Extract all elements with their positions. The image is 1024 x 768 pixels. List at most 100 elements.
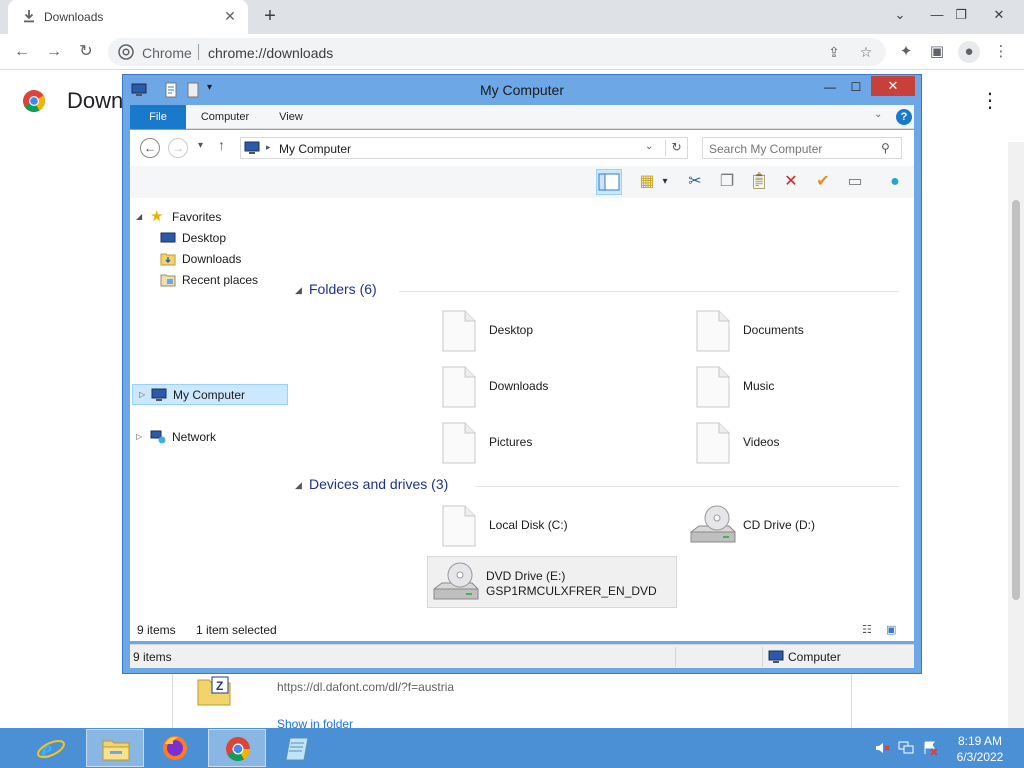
nav-recent-places[interactable]: Recent places	[160, 270, 280, 290]
tab-downloads[interactable]: Downloads ✕	[8, 0, 248, 34]
search-box[interactable]: ⚲	[702, 137, 902, 159]
folder-documents[interactable]: Documents	[685, 305, 935, 357]
page-scrollbar[interactable]	[1008, 142, 1024, 768]
collapse-icon[interactable]: ◢	[136, 207, 146, 227]
tab-title: Downloads	[44, 10, 104, 24]
taskbar-notepad[interactable]	[270, 729, 328, 767]
desktop-icon	[160, 232, 176, 243]
nav-downloads[interactable]: Downloads	[160, 249, 280, 269]
star-icon: ★	[150, 208, 164, 225]
help-icon[interactable]: ?	[896, 109, 912, 125]
action-center-icon[interactable]	[922, 740, 938, 756]
nav-network[interactable]: ▷ Network	[136, 427, 280, 447]
breadcrumb-arrow-icon[interactable]: ▸	[266, 142, 271, 153]
internet-explorer-icon: e	[37, 735, 65, 762]
options-dropdown-icon[interactable]: ▾	[658, 169, 672, 195]
new-tab-button[interactable]: +	[258, 5, 282, 29]
checkmark-icon[interactable]: ✔	[810, 169, 836, 195]
close-icon[interactable]: ✕	[984, 2, 1014, 28]
search-input[interactable]	[709, 141, 875, 157]
clock-date[interactable]: 6/3/2022	[950, 750, 1010, 764]
folder-music[interactable]: Music	[685, 361, 935, 413]
group-devices-header[interactable]: ◢ Devices and drives (3)	[295, 476, 909, 496]
url-text[interactable]: chrome://downloads	[208, 45, 333, 61]
expand-icon[interactable]: ▷	[139, 385, 149, 405]
expand-icon[interactable]: ▷	[136, 427, 146, 447]
recent-locations-icon[interactable]: ▾	[198, 140, 203, 151]
omnibox[interactable]: Chrome chrome://downloads ⇪ ☆	[108, 38, 886, 66]
address-dropdown-icon[interactable]: ⌄	[645, 141, 653, 152]
volume-muted-icon[interactable]	[874, 740, 890, 756]
window-maximize-icon[interactable]: ☐	[843, 77, 869, 97]
taskbar-file-explorer[interactable]	[86, 729, 144, 767]
preview-pane-icon[interactable]	[596, 169, 622, 195]
side-panel-icon[interactable]: ▣	[926, 41, 948, 63]
folder-videos[interactable]: Videos	[685, 417, 935, 469]
details-view-icon[interactable]: ☷	[862, 623, 872, 636]
download-icon	[24, 10, 34, 23]
extensions-icon[interactable]: ✦	[895, 41, 917, 63]
back-icon[interactable]: ←	[140, 138, 160, 158]
reload-icon[interactable]: ↻	[74, 40, 98, 64]
taskbar-internet-explorer[interactable]: e	[22, 729, 80, 767]
share-icon[interactable]: ⇪	[825, 43, 843, 61]
nav-desktop[interactable]: Desktop	[160, 228, 280, 248]
network-globe-icon[interactable]: ●	[882, 169, 908, 195]
download-url[interactable]: https://dl.dafont.com/dl/?f=austria	[277, 680, 454, 694]
large-icons-view-icon[interactable]: ▣	[886, 623, 896, 636]
details-bar: 9 items 1 item selected ☷ ▣	[130, 618, 914, 641]
explorer-titlebar[interactable]: ▾ My Computer — ☐ ✕	[123, 75, 921, 105]
navigation-bar: ← → ▾ ↑ ▸ My Computer ⌄ ↻ ⚲	[130, 130, 914, 166]
rename-icon[interactable]: ▭	[842, 169, 868, 195]
item-count: 9 items	[137, 623, 176, 637]
ribbon: File Computer View ⌄ ?	[130, 105, 914, 129]
address-text[interactable]: My Computer	[279, 142, 351, 156]
taskbar-firefox[interactable]	[146, 729, 204, 767]
window-close-button[interactable]: ✕	[871, 76, 915, 96]
up-icon[interactable]: ↑	[218, 137, 225, 153]
drive-cd-d[interactable]: CD Drive (D:)	[685, 500, 935, 552]
command-bar: ▦ ▾ ✂ ❐ 📋︎ ✕ ✔ ▭ ●	[130, 166, 914, 198]
collapse-icon[interactable]: ◢	[295, 285, 302, 296]
chrome-logo-icon	[23, 90, 45, 112]
tab-close-icon[interactable]: ✕	[222, 8, 238, 24]
page-more-icon[interactable]: ⋮	[980, 88, 1000, 113]
address-bar[interactable]: ▸ My Computer ⌄ ↻	[240, 137, 688, 159]
group-divider	[399, 291, 899, 292]
refresh-icon[interactable]: ↻	[665, 140, 687, 156]
cut-icon[interactable]: ✂	[682, 169, 708, 195]
tab-search-icon[interactable]: ⌄	[885, 2, 915, 28]
back-icon[interactable]: ←	[10, 40, 34, 64]
tab-computer[interactable]: Computer	[190, 105, 260, 129]
folder-pictures[interactable]: Pictures	[431, 417, 681, 469]
collapse-icon[interactable]: ◢	[295, 480, 302, 491]
expand-ribbon-icon[interactable]: ⌄	[874, 109, 882, 120]
group-folders-label: Folders (6)	[309, 281, 377, 297]
forward-icon[interactable]: →	[42, 40, 66, 64]
window-minimize-icon[interactable]: —	[817, 77, 843, 97]
drive-dvd-e[interactable]: DVD Drive (E:) GSP1RMCULXFRER_EN_DVD	[427, 556, 677, 608]
folder-options-icon[interactable]: ▦	[634, 169, 660, 195]
status-location: Computer	[788, 650, 841, 664]
scrollbar-thumb[interactable]	[1012, 200, 1020, 600]
restore-icon[interactable]: ❐	[946, 2, 976, 28]
clock-time[interactable]: 8:19 AM	[950, 734, 1010, 748]
profile-avatar-icon[interactable]: ●	[958, 41, 980, 63]
bookmark-star-icon[interactable]: ☆	[857, 43, 875, 61]
content-area: ◢ ★ Favorites Desktop Downloads Recent p…	[130, 198, 914, 641]
tab-file[interactable]: File	[130, 105, 186, 129]
forward-icon[interactable]: →	[168, 138, 188, 158]
nav-favorites[interactable]: ◢ ★ Favorites	[136, 207, 280, 227]
nav-my-computer[interactable]: ▷ My Computer	[132, 384, 288, 405]
folder-desktop[interactable]: Desktop	[431, 305, 681, 357]
copy-icon[interactable]: ❐	[714, 169, 740, 195]
taskbar-chrome[interactable]	[208, 729, 266, 767]
network-status-icon[interactable]	[898, 740, 914, 756]
folder-downloads[interactable]: Downloads	[431, 361, 681, 413]
chrome-menu-icon[interactable]: ⋮	[990, 41, 1012, 63]
group-folders-header[interactable]: ◢ Folders (6)	[295, 281, 909, 301]
paste-icon[interactable]: 📋︎	[746, 169, 772, 195]
delete-icon[interactable]: ✕	[778, 169, 804, 195]
drive-local-disk-c[interactable]: Local Disk (C:)	[431, 500, 681, 552]
tab-view[interactable]: View	[266, 105, 316, 129]
